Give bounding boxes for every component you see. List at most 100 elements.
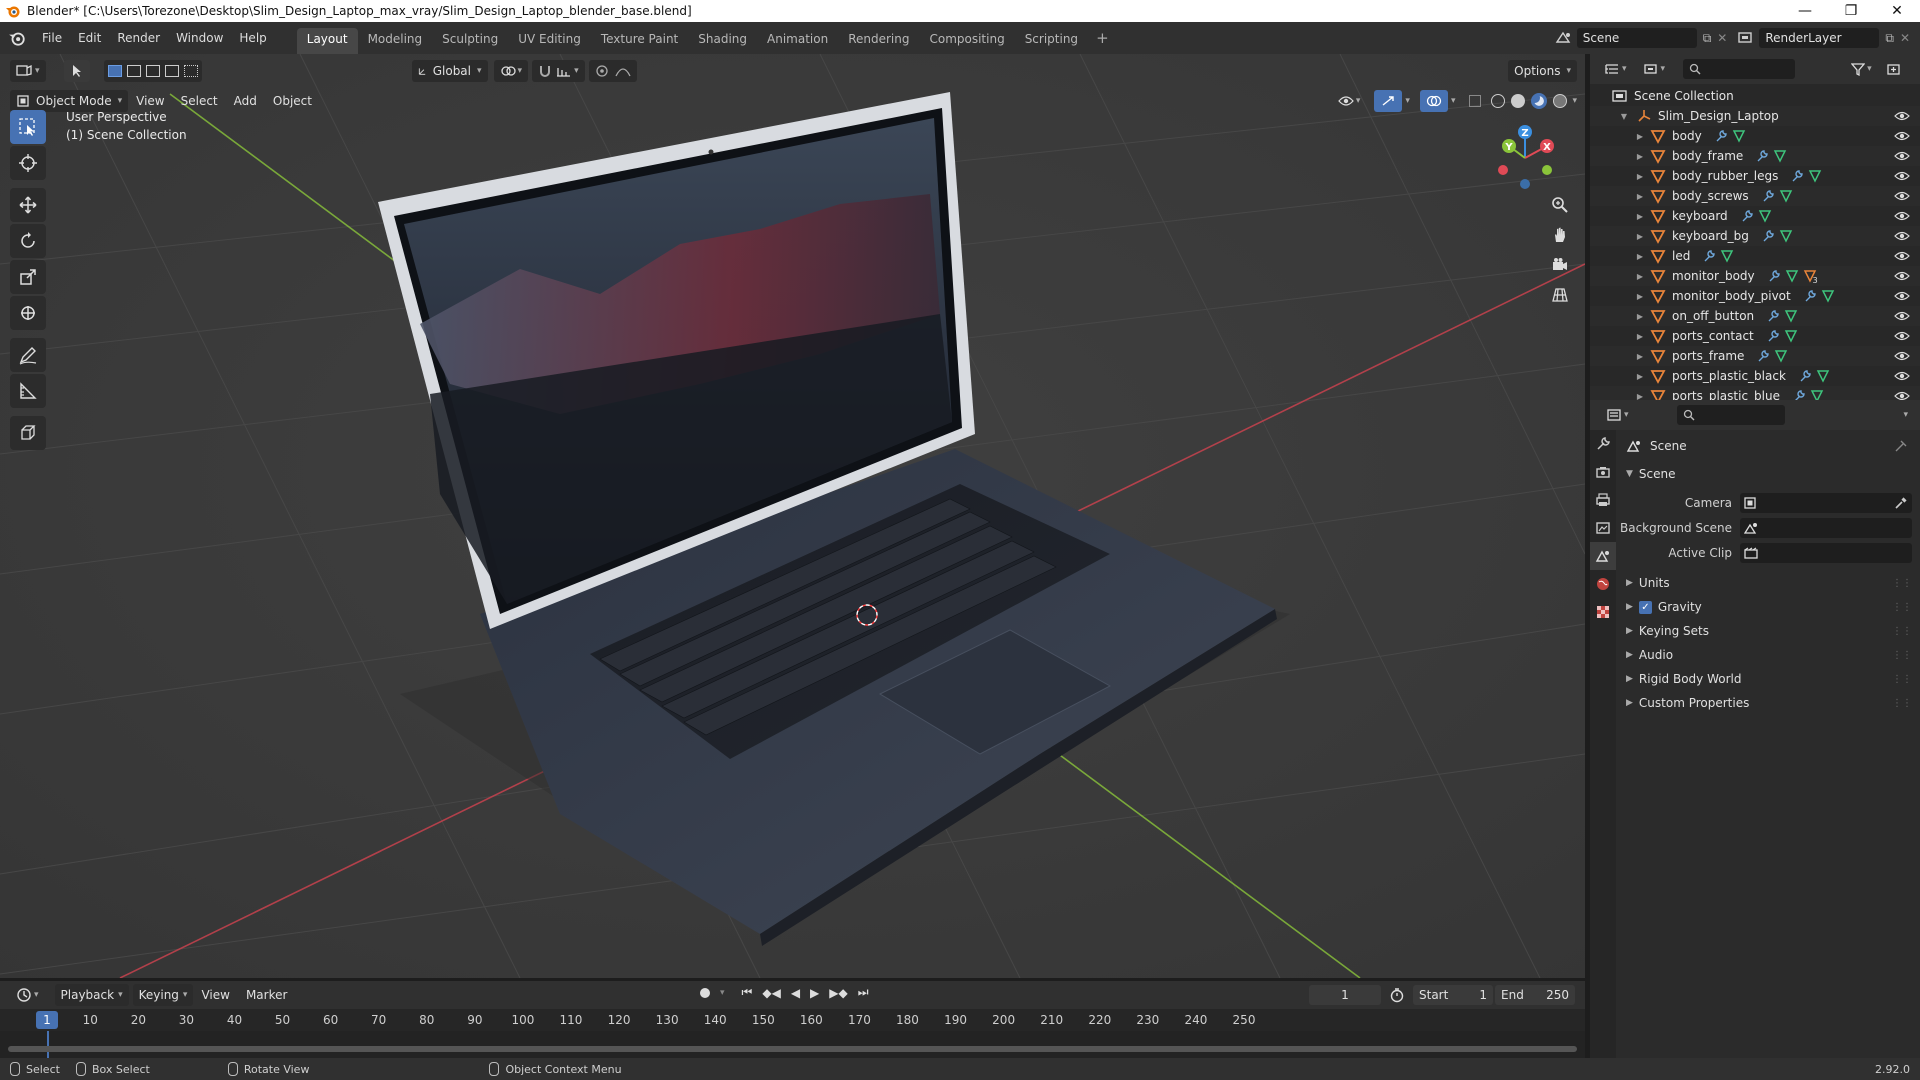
mesh-data-icon[interactable] — [1720, 249, 1734, 263]
menu-view[interactable]: View — [128, 94, 172, 108]
filter-dropdown[interactable]: ▾ — [1845, 58, 1878, 80]
annotate-tool[interactable] — [10, 338, 46, 372]
mesh-data-icon[interactable] — [1784, 329, 1798, 343]
visibility-eye-icon[interactable] — [1894, 229, 1910, 243]
subtract-selection-icon[interactable] — [145, 65, 160, 77]
tab-tool[interactable] — [1590, 430, 1616, 458]
drag-handle-icon[interactable]: ⋮⋮ — [1892, 698, 1912, 709]
scene-panel-header[interactable]: ▼ Scene — [1620, 462, 1920, 486]
modifier-wrench-icon[interactable] — [1766, 329, 1780, 343]
mesh-data-icon[interactable] — [1774, 349, 1788, 363]
modifier-wrench-icon[interactable] — [1790, 169, 1804, 183]
shading-dropdown-arrow[interactable]: ▾ — [1572, 96, 1577, 106]
difference-selection-icon[interactable] — [164, 65, 179, 77]
visibility-eye-icon[interactable] — [1894, 129, 1910, 143]
modifier-wrench-icon[interactable] — [1761, 229, 1775, 243]
modifier-wrench-icon[interactable] — [1803, 289, 1817, 303]
outliner-item[interactable]: ▶ ports_contact — [1590, 326, 1920, 346]
expand-arrow-icon[interactable]: ▶ — [1634, 232, 1646, 241]
tab-texture-paint[interactable]: Texture Paint — [591, 28, 688, 54]
property-section-header[interactable]: ▶ ✓ Gravity ⋮⋮ — [1620, 595, 1920, 619]
visibility-eye-icon[interactable] — [1894, 269, 1910, 283]
outliner-editor-type[interactable]: ▾ — [1598, 58, 1633, 80]
property-section-header[interactable]: ▶ Keying Sets ⋮⋮ — [1620, 619, 1920, 643]
mesh-data-icon[interactable] — [1732, 129, 1746, 143]
gizmo-toggle[interactable] — [1374, 90, 1403, 112]
scene-icon[interactable] — [1555, 30, 1573, 46]
modifier-wrench-icon[interactable] — [1767, 269, 1781, 283]
outliner-item[interactable]: ▶ ports_plastic_black — [1590, 366, 1920, 386]
eyedropper-icon[interactable] — [1894, 496, 1908, 510]
close-button[interactable]: ✕ — [1874, 0, 1920, 22]
move-tool[interactable] — [10, 188, 46, 222]
modifier-wrench-icon[interactable] — [1798, 369, 1812, 383]
pan-view-button[interactable] — [1547, 222, 1573, 248]
maximize-button[interactable]: ❐ — [1828, 0, 1874, 22]
modifier-wrench-icon[interactable] — [1755, 149, 1769, 163]
transform-orientation-dropdown[interactable]: Global ▾ — [411, 60, 488, 82]
outliner-item[interactable]: ▶ body — [1590, 126, 1920, 146]
overlays-dropdown-arrow[interactable]: ▾ — [1451, 96, 1456, 106]
expand-arrow-icon[interactable]: ▶ — [1634, 192, 1646, 201]
expand-arrow-icon[interactable]: ▶ — [1634, 352, 1646, 361]
tab-render[interactable] — [1590, 458, 1616, 486]
tab-scene[interactable] — [1590, 542, 1616, 570]
view-layer-icon[interactable] — [1737, 30, 1755, 46]
outliner-item[interactable]: ▶ on_off_button — [1590, 306, 1920, 326]
solid-shading-icon[interactable] — [1511, 94, 1526, 108]
expand-collapse-icon[interactable]: ▼ — [1618, 112, 1630, 121]
jump-to-keyframe-forward-icon[interactable]: ▶◆ — [829, 986, 847, 1000]
tab-view-layer[interactable] — [1590, 514, 1616, 542]
menu-window[interactable]: Window — [168, 31, 231, 45]
zoom-view-button[interactable] — [1547, 192, 1573, 218]
modifier-wrench-icon[interactable] — [1714, 129, 1728, 143]
mesh-data-icon[interactable] — [1784, 309, 1798, 323]
drag-handle-icon[interactable]: ⋮⋮ — [1892, 602, 1912, 613]
visibility-eye-icon[interactable] — [1894, 189, 1910, 203]
end-frame-field[interactable]: End 250 — [1495, 985, 1575, 1005]
new-selection-icon[interactable] — [107, 65, 122, 77]
modifier-wrench-icon[interactable] — [1761, 189, 1775, 203]
visibility-eye-icon[interactable] — [1894, 289, 1910, 303]
visibility-eye-icon[interactable] — [1894, 169, 1910, 183]
current-frame-indicator[interactable]: 1 — [36, 1011, 58, 1029]
drag-handle-icon[interactable]: ⋮⋮ — [1892, 650, 1912, 661]
tab-shading[interactable]: Shading — [688, 28, 757, 54]
jump-to-start-icon[interactable]: ⏮ — [742, 985, 753, 1000]
visibility-eye-icon[interactable] — [1894, 309, 1910, 323]
jump-to-end-icon[interactable]: ⏭ — [858, 985, 869, 1000]
xray-toggle-icon[interactable] — [1469, 95, 1482, 107]
active-clip-field[interactable] — [1740, 542, 1912, 563]
playback-dropdown[interactable]: Playback ▾ — [54, 984, 129, 1006]
delete-scene-icon[interactable]: ✕ — [1717, 31, 1727, 45]
background-scene-field[interactable] — [1740, 517, 1912, 538]
pivot-point-dropdown[interactable]: ▾ — [493, 60, 529, 82]
outliner-item[interactable]: ▶ ports_frame — [1590, 346, 1920, 366]
menu-file[interactable]: File — [34, 31, 70, 45]
tab-output[interactable] — [1590, 486, 1616, 514]
outliner-item[interactable]: ▶ body_screws — [1590, 186, 1920, 206]
wireframe-shading-icon[interactable] — [1491, 94, 1506, 108]
visibility-eye-icon[interactable] — [1894, 149, 1910, 163]
outliner-item[interactable]: ▶ keyboard_bg — [1590, 226, 1920, 246]
scale-tool[interactable] — [10, 260, 46, 294]
tab-scripting[interactable]: Scripting — [1015, 28, 1088, 54]
outliner-item[interactable]: ▶ keyboard — [1590, 206, 1920, 226]
outliner-item[interactable]: ▶ body_rubber_legs — [1590, 166, 1920, 186]
keying-dropdown[interactable]: Keying ▾ — [132, 984, 194, 1006]
outliner-item[interactable]: ▶ body_frame — [1590, 146, 1920, 166]
start-frame-field[interactable]: Start 1 — [1413, 985, 1493, 1005]
stopwatch-icon[interactable] — [1389, 987, 1405, 1003]
record-button[interactable] — [700, 987, 710, 998]
timeline-menu-view[interactable]: View — [193, 988, 237, 1002]
property-section-header[interactable]: ▶ Audio ⋮⋮ — [1620, 643, 1920, 667]
property-section-header[interactable]: ▶ Units ⋮⋮ — [1620, 571, 1920, 595]
projection-toggle-button[interactable] — [1547, 282, 1573, 308]
timeline-editor-type[interactable]: ▾ — [10, 984, 45, 1006]
expand-arrow-icon[interactable]: ▶ — [1634, 252, 1646, 261]
modifier-wrench-icon[interactable] — [1702, 249, 1716, 263]
menu-object[interactable]: Object — [265, 94, 320, 108]
properties-options-arrow[interactable]: ▾ — [1903, 410, 1908, 420]
visibility-dropdown[interactable]: ▾ — [1332, 90, 1367, 112]
mesh-data-icon[interactable] — [1821, 289, 1835, 303]
